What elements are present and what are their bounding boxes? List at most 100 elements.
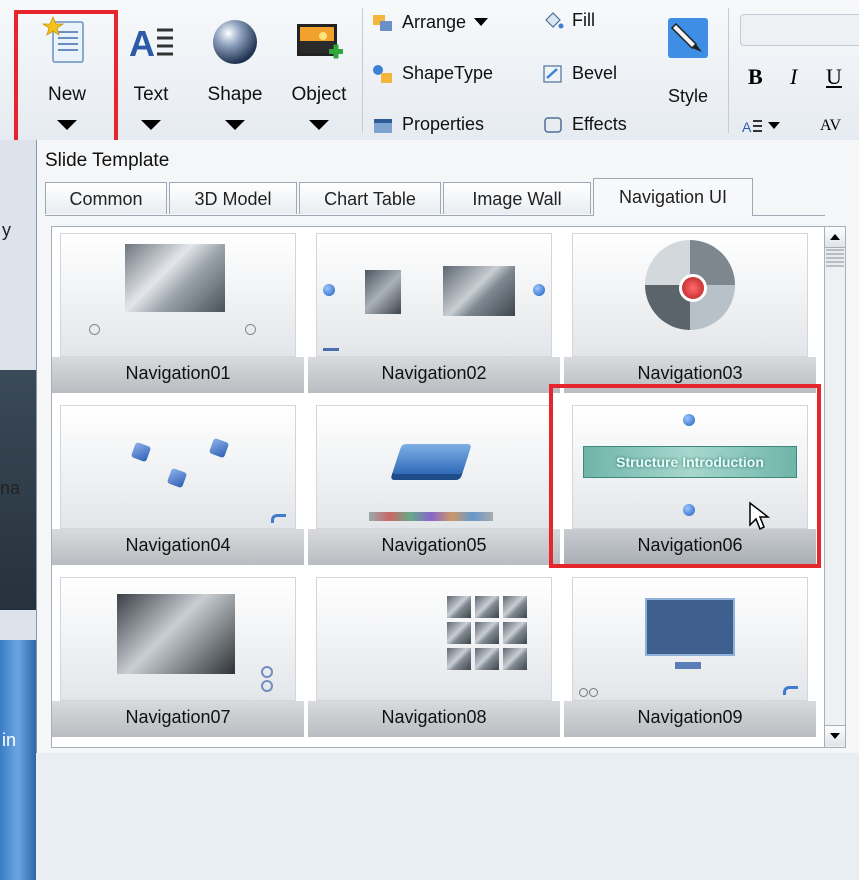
ribbon-separator (728, 8, 729, 133)
template-caption: Navigation04 (125, 535, 231, 555)
template-thumbnail (60, 577, 296, 701)
template-item-navigation02[interactable]: Navigation02 (308, 227, 560, 397)
chevron-up-icon (830, 234, 840, 240)
italic-button[interactable]: I (790, 64, 797, 90)
zoom-out-icon (261, 680, 273, 692)
sphere-icon (213, 20, 257, 64)
zoom-in-icon (261, 666, 273, 678)
chevron-down-icon (830, 733, 840, 739)
shapetype-label: ShapeType (402, 63, 494, 83)
text-button[interactable]: A Text (110, 10, 192, 130)
fill-button[interactable]: Fill (542, 10, 595, 31)
style-label: Style (667, 86, 709, 106)
scroll-up-button[interactable] (825, 227, 845, 248)
character-spacing-button[interactable]: AV (820, 117, 841, 135)
wheel-center-icon (679, 274, 707, 302)
template-caption: Navigation08 (381, 707, 487, 727)
thumbnail-photo (503, 596, 527, 618)
paint-bucket-icon (545, 11, 564, 28)
thumbnail-text-box (645, 598, 735, 656)
strip-text: na (0, 478, 21, 498)
strip-blue-panel (0, 640, 36, 880)
shape-button[interactable]: Shape (194, 10, 276, 130)
scroll-down-button[interactable] (825, 725, 845, 746)
selected-template-highlight (549, 384, 821, 568)
svg-text:A: A (742, 119, 752, 134)
tab-image-wall[interactable]: Image Wall (443, 182, 591, 214)
thumbnail-photo (125, 244, 225, 312)
underline-button[interactable]: U (826, 64, 842, 90)
properties-button[interactable]: Properties (372, 114, 484, 135)
nav-right-icon (533, 284, 545, 296)
template-item-navigation05[interactable]: Navigation05 (308, 399, 560, 569)
thumbnail-photo (365, 270, 401, 314)
slide-template-panel: Slide Template Common 3D Model Chart Tab… (36, 140, 859, 753)
thumbnail-photo (447, 596, 471, 618)
vertical-scrollbar[interactable] (824, 226, 846, 748)
chevron-down-icon (768, 122, 780, 129)
ribbon-toolbar: New A Text Shape Object Arrange ShapeTyp… (0, 0, 859, 154)
cube-icon (166, 467, 188, 489)
bevel-button[interactable]: Bevel (542, 63, 617, 84)
box-shape-icon (392, 444, 472, 474)
style-button[interactable]: Style (660, 14, 716, 124)
effects-button[interactable]: Effects (542, 114, 627, 135)
nav-dot-icon (245, 324, 256, 335)
template-thumbnail (572, 233, 808, 357)
effects-label: Effects (572, 114, 627, 134)
template-thumbnail (316, 577, 552, 701)
return-arrow-icon (783, 686, 798, 695)
shapetype-button[interactable]: ShapeType (372, 63, 493, 84)
font-name-combo[interactable] (740, 14, 859, 46)
template-item-navigation03[interactable]: Navigation03 (564, 227, 816, 397)
properties-label: Properties (402, 114, 485, 134)
object-button[interactable]: Object (278, 10, 360, 130)
bold-button[interactable]: B (748, 64, 763, 90)
tab-chart-table[interactable]: Chart Table (299, 182, 441, 214)
nav-dot-icon (589, 688, 598, 697)
ribbon-separator (362, 8, 363, 133)
template-item-navigation01[interactable]: Navigation01 (52, 227, 304, 397)
cube-icon (208, 437, 230, 459)
bevel-label: Bevel (572, 63, 618, 83)
svg-text:A: A (129, 23, 155, 64)
thumbnail-photo (443, 266, 515, 316)
arrange-label: Arrange (402, 12, 467, 32)
line-spacing-icon: A (742, 119, 762, 134)
template-tabs: Common 3D Model Chart Table Image Wall N… (45, 178, 825, 216)
template-item-navigation07[interactable]: Navigation07 (52, 571, 304, 741)
template-item-navigation08[interactable]: Navigation08 (308, 571, 560, 741)
template-caption: Navigation03 (637, 363, 743, 383)
background-window-strip: y na in (0, 140, 37, 880)
thumbnail-bar (323, 348, 339, 351)
color-strip (369, 512, 493, 521)
strip-text: y (2, 220, 11, 240)
template-item-navigation09[interactable]: Navigation09 (564, 571, 816, 741)
properties-icon (374, 118, 392, 133)
tab-navigation-ui[interactable]: Navigation UI (593, 178, 753, 216)
template-thumbnail (572, 577, 808, 701)
scroll-thumb[interactable] (826, 249, 844, 267)
thumbnail-photo (475, 648, 499, 670)
shapetype-icon (373, 64, 392, 83)
tab-common[interactable]: Common (45, 182, 167, 214)
template-caption: Navigation01 (125, 363, 231, 383)
add-image-icon (297, 24, 343, 59)
panel-title: Slide Template (45, 150, 170, 171)
thumbnail-photo (447, 622, 471, 644)
template-item-navigation04[interactable]: Navigation04 (52, 399, 304, 569)
fill-label: Fill (572, 10, 595, 30)
chevron-down-icon (474, 17, 489, 26)
template-thumbnail (60, 233, 296, 357)
text-label: Text (133, 84, 169, 105)
line-spacing-button[interactable]: A (742, 118, 780, 134)
template-thumbnail (316, 405, 552, 529)
nav-dot-icon (89, 324, 100, 335)
tab-3d-model[interactable]: 3D Model (169, 182, 297, 214)
chevron-down-icon (225, 120, 245, 130)
bevel-icon (543, 64, 562, 83)
thumbnail-photo (475, 596, 499, 618)
nav-left-icon (323, 284, 335, 296)
arrange-icon (373, 14, 392, 31)
arrange-button[interactable]: Arrange (372, 12, 489, 33)
